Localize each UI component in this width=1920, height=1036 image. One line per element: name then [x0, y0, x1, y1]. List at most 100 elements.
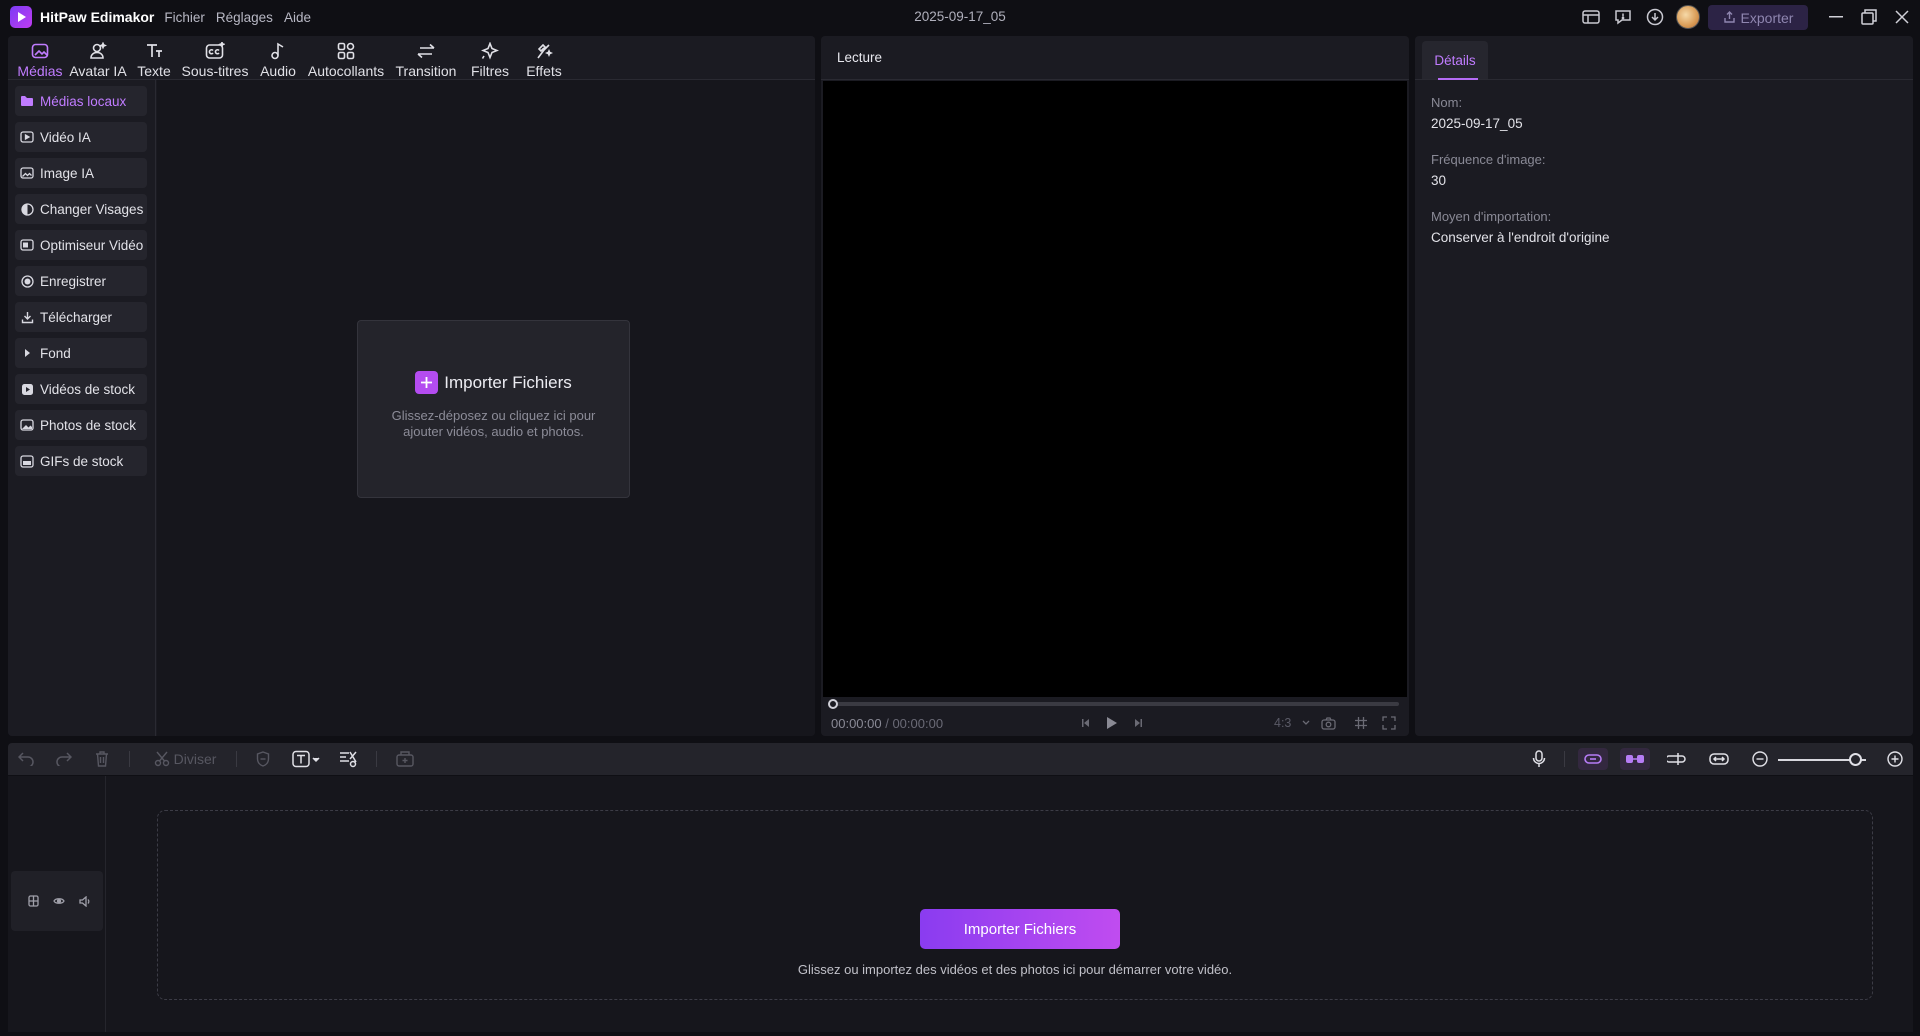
tab-texte-label: Texte — [137, 63, 171, 79]
link-tracks-toggle[interactable] — [1620, 748, 1650, 770]
download-icon — [20, 310, 34, 324]
detail-import-mode-value: Conserver à l'endroit d'origine — [1431, 230, 1610, 245]
sidebar-item-label: GIFs de stock — [40, 453, 124, 469]
restore-icon[interactable] — [1857, 6, 1881, 28]
freeze-frame-icon[interactable] — [394, 748, 416, 770]
sidebar-item-photos-de-stock[interactable]: Photos de stock — [15, 410, 147, 440]
chevron-down-icon[interactable] — [1297, 714, 1315, 732]
previous-frame-icon[interactable] — [1077, 714, 1095, 732]
menu-aide[interactable]: Aide — [284, 10, 311, 25]
playhead-knob[interactable] — [828, 699, 838, 709]
timeline-import-button[interactable]: Importer Fichiers — [920, 909, 1120, 949]
sidebar-item-label: Télécharger — [40, 309, 113, 325]
zoom-in-icon[interactable] — [1886, 748, 1904, 770]
filters-icon — [481, 40, 499, 62]
sidebar-item-videos-de-stock[interactable]: Vidéos de stock — [15, 374, 147, 404]
magnetic-snap-toggle[interactable] — [1578, 748, 1608, 770]
tab-audio[interactable]: Audio — [254, 36, 302, 80]
redo-icon[interactable] — [54, 748, 74, 770]
tab-medias[interactable]: Médias — [16, 36, 64, 80]
sidebar-item-telecharger[interactable]: Télécharger — [15, 302, 147, 332]
detail-framerate-value: 30 — [1431, 173, 1447, 188]
media-library: Importer Fichiers Glissez-déposez ou cli… — [157, 80, 815, 736]
tab-avatar-ia[interactable]: Avatar IA — [66, 36, 130, 80]
app-logo-icon — [10, 6, 32, 28]
track-lock-icon[interactable] — [26, 894, 40, 908]
toolbar-separator — [129, 751, 130, 767]
play-icon[interactable] — [1103, 714, 1121, 732]
media-toolbar: Médias Avatar IA Texte Sous-titres Audio — [8, 36, 815, 80]
sidebar-item-label: Médias locaux — [40, 93, 127, 109]
delete-icon[interactable] — [92, 748, 112, 770]
grid-icon[interactable] — [1352, 714, 1370, 732]
text-template-button[interactable] — [290, 748, 324, 770]
feedback-icon[interactable] — [1612, 6, 1634, 28]
tab-autocollants[interactable]: Autocollants — [304, 36, 388, 80]
layout-icon[interactable] — [1580, 6, 1602, 28]
fit-timeline-icon[interactable] — [1708, 748, 1730, 770]
tab-transition-label: Transition — [395, 63, 457, 79]
sidebar-item-fond[interactable]: Fond — [15, 338, 147, 368]
eye-icon[interactable] — [52, 894, 66, 908]
timecode: 00:00:00 / 00:00:00 — [831, 716, 943, 731]
speaker-icon[interactable] — [78, 894, 92, 908]
effects-icon — [535, 40, 553, 62]
next-frame-icon[interactable] — [1129, 714, 1147, 732]
sidebar-item-gifs-de-stock[interactable]: GIFs de stock — [15, 446, 147, 476]
transition-icon — [416, 40, 436, 62]
player-panel: Lecture 00:00:00 / 00:00:00 4:3 — [821, 36, 1409, 736]
sidebar-item-label: Fond — [40, 345, 71, 361]
sidebar-item-image-ia[interactable]: Image IA — [15, 158, 147, 188]
tab-filtres[interactable]: Filtres — [464, 36, 516, 80]
video-preview[interactable] — [823, 81, 1407, 697]
sidebar-item-label: Vidéo IA — [40, 129, 91, 145]
tab-filtres-label: Filtres — [470, 63, 510, 79]
tab-effets[interactable]: Effets — [518, 36, 570, 80]
sidebar-item-label: Photos de stock — [40, 417, 137, 433]
minimize-icon[interactable] — [1824, 6, 1848, 28]
sidebar-item-optimiseur-video[interactable]: Optimiseur Vidéo — [15, 230, 147, 260]
export-button[interactable]: Exporter — [1708, 5, 1808, 30]
sidebar-item-medias-locaux[interactable]: Médias locaux — [15, 86, 147, 116]
tab-sous-titres[interactable]: Sous-titres — [178, 36, 252, 80]
tab-avatar-ia-label: Avatar IA — [69, 63, 127, 79]
timeline-hint: Glissez ou importez des vidéos et des ph… — [797, 962, 1233, 977]
shield-icon[interactable] — [254, 748, 272, 770]
zoom-out-icon[interactable] — [1751, 748, 1769, 770]
user-avatar[interactable] — [1676, 5, 1700, 29]
tab-transition[interactable]: Transition — [390, 36, 462, 80]
detail-import-mode-label: Moyen d'importation: — [1431, 209, 1552, 224]
import-card-header: Importer Fichiers — [358, 371, 629, 394]
timeline-drop-zone[interactable]: Importer Fichiers Glissez ou importez de… — [157, 810, 1873, 1000]
split-label: Diviser — [173, 751, 217, 767]
undo-icon[interactable] — [16, 748, 36, 770]
menu-fichier[interactable]: Fichier — [164, 10, 205, 25]
current-time: 00:00:00 — [831, 716, 882, 731]
stock-video-icon — [20, 382, 34, 396]
app-name: HitPaw Edimakor — [40, 9, 155, 25]
snapshot-icon[interactable] — [1319, 714, 1337, 732]
download-circle-icon[interactable] — [1644, 6, 1666, 28]
import-files-card[interactable]: Importer Fichiers Glissez-déposez ou cli… — [357, 320, 630, 498]
tab-details-label: Détails — [1434, 52, 1476, 68]
split-audio-icon[interactable] — [1666, 748, 1688, 770]
fullscreen-icon[interactable] — [1380, 714, 1398, 732]
sidebar-item-label: Image IA — [40, 165, 95, 181]
cut-scene-icon[interactable] — [338, 748, 360, 770]
sidebar-item-changer-visages[interactable]: Changer Visages — [15, 194, 147, 224]
sidebar-item-video-ia[interactable]: Vidéo IA — [15, 122, 147, 152]
playback-progress-bar[interactable] — [828, 699, 1399, 709]
aspect-ratio-select[interactable]: 4:3 — [1274, 716, 1291, 730]
tab-texte[interactable]: Texte — [132, 36, 176, 80]
split-button[interactable]: Diviser — [148, 748, 222, 770]
audio-icon — [270, 40, 286, 62]
close-icon[interactable] — [1890, 6, 1914, 28]
menu-reglages[interactable]: Réglages — [216, 10, 273, 25]
sidebar-item-label: Changer Visages — [40, 201, 144, 217]
microphone-icon[interactable] — [1528, 748, 1550, 770]
zoom-slider-handle[interactable] — [1848, 753, 1862, 766]
tab-details[interactable]: Détails — [1422, 41, 1488, 79]
tab-sous-titres-label: Sous-titres — [181, 63, 249, 79]
video-enhancer-icon — [20, 238, 34, 252]
sidebar-item-enregistrer[interactable]: Enregistrer — [15, 266, 147, 296]
